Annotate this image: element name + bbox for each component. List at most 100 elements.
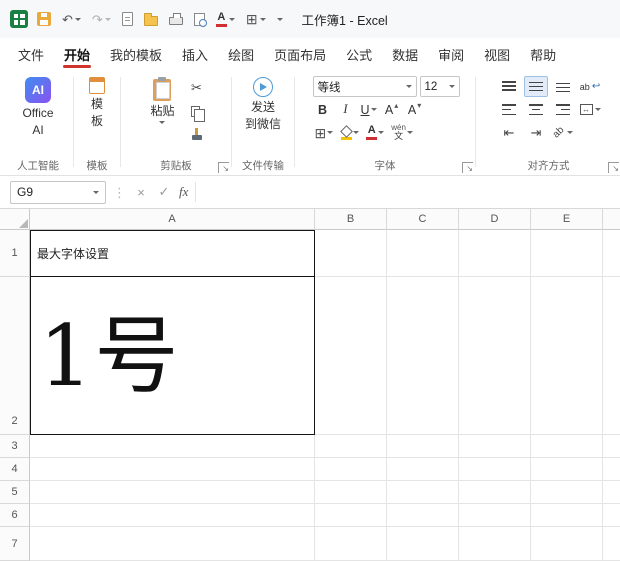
row-header-7[interactable]: 7	[0, 527, 30, 561]
increase-font-size-button[interactable]: A ▴	[382, 99, 402, 120]
borders-button[interactable]: ⊞	[313, 122, 336, 143]
tab-data[interactable]: 数据	[382, 38, 428, 71]
grid-cell[interactable]	[315, 527, 387, 561]
formula-input[interactable]	[203, 180, 612, 204]
tab-insert[interactable]: 插入	[172, 38, 218, 71]
grid-cell[interactable]	[315, 504, 387, 527]
grid-cell[interactable]	[531, 230, 603, 277]
cell-A2[interactable]: 1号	[30, 277, 315, 435]
grid-cell[interactable]	[387, 504, 459, 527]
grid-cell[interactable]	[459, 504, 531, 527]
row-header-4[interactable]: 4	[0, 458, 30, 481]
grid-cell[interactable]	[315, 277, 387, 435]
grid-cell[interactable]	[459, 458, 531, 481]
drag-handle-icon[interactable]: ⋮	[113, 186, 126, 199]
align-left-button[interactable]	[497, 99, 521, 120]
select-all-corner[interactable]	[0, 209, 30, 230]
tab-review[interactable]: 审阅	[428, 38, 474, 71]
grid-cell[interactable]	[603, 435, 620, 458]
cell-A1[interactable]: 最大字体设置	[30, 230, 315, 277]
grid-cell[interactable]	[603, 230, 620, 277]
row-header-6[interactable]: 6	[0, 504, 30, 527]
grid-cell[interactable]	[315, 435, 387, 458]
italic-button[interactable]: I	[336, 99, 356, 120]
grid-cell[interactable]	[387, 230, 459, 277]
qat-borders-button[interactable]: ⊞	[244, 10, 268, 28]
grid-cell[interactable]	[459, 277, 531, 435]
grid-cell[interactable]	[531, 481, 603, 504]
row-header-1[interactable]: 1	[0, 230, 30, 277]
phonetic-guide-button[interactable]: wén 文	[389, 122, 415, 143]
format-painter-button[interactable]	[185, 124, 209, 144]
tab-file[interactable]: 文件	[8, 38, 54, 71]
paste-button[interactable]: 粘贴	[145, 75, 179, 125]
grid-cell[interactable]	[387, 277, 459, 435]
redo-button[interactable]: ↷	[90, 11, 113, 28]
customize-toolbar-button[interactable]	[275, 16, 285, 23]
cut-button[interactable]: ✂	[185, 78, 209, 98]
insert-function-button[interactable]: fx	[179, 184, 188, 200]
grid-cell[interactable]	[459, 230, 531, 277]
grid-cell[interactable]	[30, 458, 315, 481]
grid-cell[interactable]	[387, 435, 459, 458]
grid-cell[interactable]	[387, 458, 459, 481]
grid-cell[interactable]	[315, 458, 387, 481]
column-header-A[interactable]: A	[30, 209, 315, 230]
font-dialog-launcher[interactable]: ↘	[462, 162, 473, 173]
align-top-button[interactable]	[497, 76, 521, 97]
grid-cell[interactable]	[315, 230, 387, 277]
grid-cell[interactable]	[30, 481, 315, 504]
grid-cell[interactable]	[387, 481, 459, 504]
grid-cell[interactable]	[30, 504, 315, 527]
undo-button[interactable]: ↶	[60, 11, 83, 28]
increase-indent-button[interactable]: ⇥	[524, 122, 548, 143]
grid-cell[interactable]	[387, 527, 459, 561]
grid-cell[interactable]	[30, 527, 315, 561]
grid-cell[interactable]	[315, 481, 387, 504]
grid-cell[interactable]	[531, 435, 603, 458]
send-to-wechat-button[interactable]: 发送 到微信	[240, 73, 286, 132]
align-bottom-button[interactable]	[551, 76, 575, 97]
clipboard-dialog-launcher[interactable]: ↘	[218, 162, 229, 173]
grid-cell[interactable]	[603, 527, 620, 561]
grid-cell[interactable]	[603, 481, 620, 504]
qat-font-color-button[interactable]: A	[214, 10, 237, 29]
align-middle-button[interactable]	[524, 76, 548, 97]
decrease-indent-button[interactable]: ⇤	[497, 122, 521, 143]
tab-my-templates[interactable]: 我的模板	[100, 38, 172, 71]
column-header-B[interactable]: B	[315, 209, 387, 230]
grid-cell[interactable]	[531, 277, 603, 435]
print-button[interactable]	[167, 11, 185, 27]
grid-cell[interactable]	[459, 527, 531, 561]
grid-cell[interactable]	[603, 458, 620, 481]
align-right-button[interactable]	[551, 99, 575, 120]
tab-home[interactable]: 开始	[54, 38, 100, 71]
grid-cell[interactable]	[603, 504, 620, 527]
new-document-button[interactable]	[120, 10, 135, 28]
fill-color-button[interactable]	[338, 122, 361, 143]
grid-cell[interactable]	[30, 435, 315, 458]
font-size-combobox[interactable]: 12	[419, 76, 460, 97]
tab-formulas[interactable]: 公式	[336, 38, 382, 71]
office-ai-button[interactable]: AI Office AI	[17, 73, 58, 138]
column-header-E[interactable]: E	[531, 209, 603, 230]
column-header-C[interactable]: C	[387, 209, 459, 230]
column-header-D[interactable]: D	[459, 209, 531, 230]
row-header-5[interactable]: 5	[0, 481, 30, 504]
cancel-entry-button[interactable]: ×	[133, 185, 149, 200]
grid-cell[interactable]	[531, 458, 603, 481]
template-button[interactable]: 模 板	[84, 73, 110, 129]
decrease-font-size-button[interactable]: A ▾	[405, 99, 425, 120]
name-box[interactable]: G9	[10, 180, 106, 204]
grid-cell[interactable]	[459, 435, 531, 458]
font-family-combobox[interactable]: 等线	[312, 76, 417, 97]
row-header-3[interactable]: 3	[0, 435, 30, 458]
tab-view[interactable]: 视图	[474, 38, 520, 71]
enter-entry-button[interactable]: ✓	[156, 184, 172, 200]
wrap-text-button[interactable]: ab ↩	[578, 76, 602, 97]
underline-button[interactable]: U	[359, 99, 379, 120]
open-file-button[interactable]	[142, 11, 160, 28]
text-orientation-button[interactable]: ab	[551, 122, 575, 143]
merge-center-button[interactable]: ↔	[578, 99, 602, 120]
grid-cell[interactable]	[603, 277, 620, 435]
